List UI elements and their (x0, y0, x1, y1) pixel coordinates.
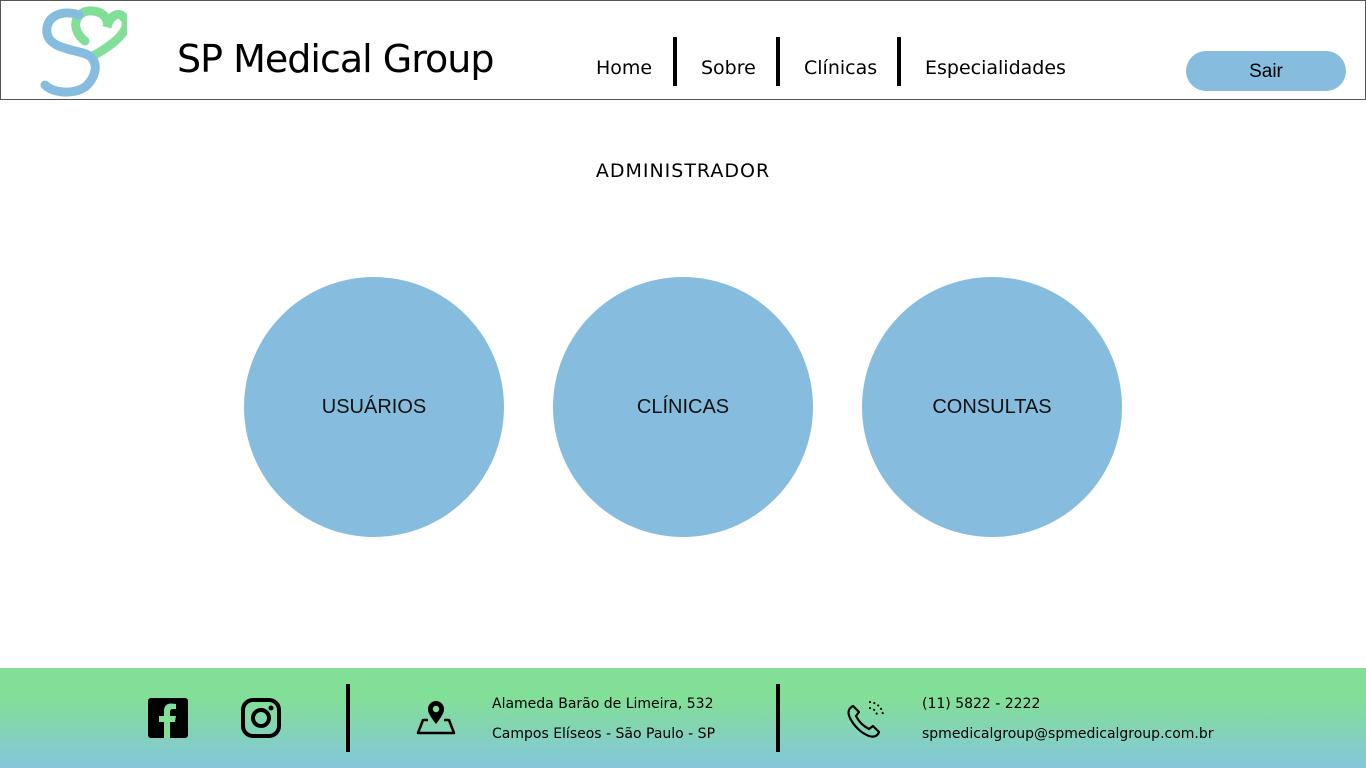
facebook-icon[interactable] (148, 698, 188, 738)
instagram-icon[interactable] (241, 698, 281, 738)
users-card-label: USUÁRIOS (321, 395, 427, 418)
appointments-card-button[interactable]: CONSULTAS (862, 277, 1122, 537)
nav-especialidades[interactable]: Especialidades (925, 57, 1066, 79)
brand-title: SP Medical Group (177, 37, 494, 81)
page-title: ADMINISTRADOR (595, 160, 771, 182)
users-card-button[interactable]: USUÁRIOS (244, 277, 504, 537)
footer-divider (346, 684, 350, 752)
phone-number: (11) 5822 - 2222 (922, 696, 1041, 712)
logo-icon[interactable] (39, 5, 127, 97)
nav-home[interactable]: Home (596, 57, 652, 79)
nav-clinicas[interactable]: Clínicas (804, 57, 877, 79)
clinics-card-button[interactable]: CLÍNICAS (553, 277, 813, 537)
nav-divider (897, 37, 901, 86)
address-line-2: Campos Elíseos - São Paulo - SP (492, 726, 716, 742)
footer: Alameda Barão de Limeira, 532 Campos Elí… (0, 668, 1366, 768)
appointments-card-label: CONSULTAS (932, 395, 1052, 418)
logout-button[interactable]: Sair (1186, 51, 1346, 91)
nav-divider (673, 37, 677, 86)
header: SP Medical Group Home Sobre Clínicas Esp… (0, 0, 1366, 100)
nav-sobre[interactable]: Sobre (701, 57, 756, 79)
footer-divider (776, 684, 780, 752)
phone-icon (847, 701, 884, 738)
map-pin-icon (416, 701, 456, 735)
address-line-1: Alameda Barão de Limeira, 532 (492, 696, 714, 712)
clinics-card-label: CLÍNICAS (636, 395, 730, 418)
nav-divider (776, 37, 780, 86)
email-link[interactable]: spmedicalgroup@spmedicalgroup.com.br (922, 726, 1214, 742)
